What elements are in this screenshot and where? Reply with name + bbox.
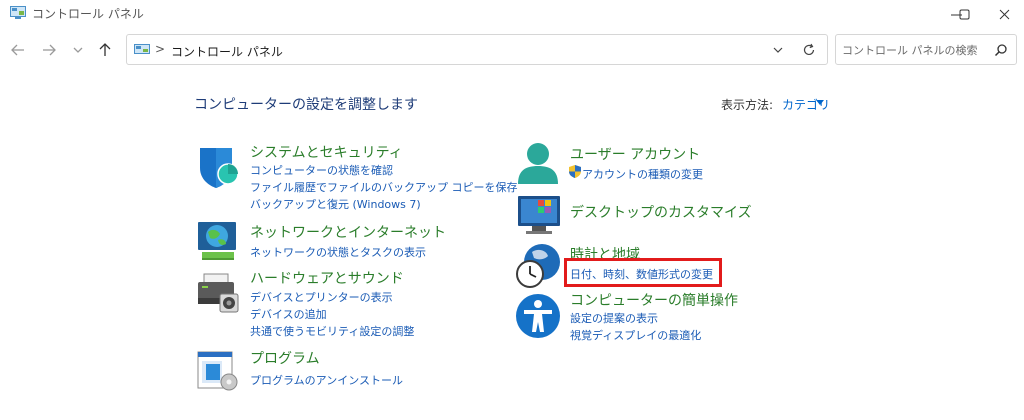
back-button[interactable] bbox=[6, 38, 30, 62]
link-mobility-settings[interactable]: 共通で使うモビリティ設定の調整 bbox=[250, 323, 414, 339]
arrow-left-icon bbox=[11, 44, 24, 56]
highlight-box bbox=[564, 258, 722, 287]
address-bar[interactable]: > コントロール パネル bbox=[126, 34, 828, 65]
breadcrumb-separator: > bbox=[155, 42, 166, 56]
category-hardware-sound[interactable]: ハードウェアとサウンド bbox=[250, 268, 404, 288]
control-panel-icon bbox=[134, 44, 150, 54]
close-button[interactable] bbox=[981, 0, 1024, 28]
up-button[interactable] bbox=[93, 38, 117, 62]
category-user-accounts[interactable]: ユーザー アカウント bbox=[570, 144, 700, 164]
link-optimize-visual-display[interactable]: 視覚ディスプレイの最適化 bbox=[570, 327, 701, 343]
recent-locations-button[interactable] bbox=[66, 38, 90, 62]
category-programs[interactable]: プログラム bbox=[250, 348, 320, 368]
arrow-up-icon bbox=[99, 43, 111, 56]
search-icon[interactable] bbox=[994, 43, 1008, 57]
link-suggested-settings[interactable]: 設定の提案の表示 bbox=[570, 310, 658, 326]
clock-globe-icon[interactable] bbox=[514, 242, 562, 290]
refresh-icon[interactable] bbox=[802, 43, 816, 57]
category-network-internet[interactable]: ネットワークとインターネット bbox=[250, 222, 446, 242]
programs-icon[interactable] bbox=[196, 350, 242, 392]
arrow-right-icon bbox=[43, 44, 56, 56]
printer-icon[interactable] bbox=[196, 272, 242, 314]
link-check-computer-status[interactable]: コンピューターの状態を確認 bbox=[250, 162, 393, 178]
title-bar: コントロール パネル bbox=[0, 0, 1024, 28]
accessibility-icon[interactable] bbox=[514, 292, 562, 340]
uac-shield-icon bbox=[569, 165, 581, 178]
forward-button[interactable] bbox=[37, 38, 61, 62]
link-change-account-type[interactable]: アカウントの種類の変更 bbox=[582, 166, 703, 182]
close-icon bbox=[999, 9, 1009, 19]
category-ease-of-access[interactable]: コンピューターの簡単操作 bbox=[570, 290, 738, 310]
chevron-down-icon bbox=[73, 47, 83, 53]
link-backup-restore[interactable]: バックアップと復元 (Windows 7) bbox=[250, 196, 421, 212]
security-shield-icon[interactable] bbox=[196, 144, 242, 190]
link-add-device[interactable]: デバイスの追加 bbox=[250, 306, 327, 322]
network-globe-icon[interactable] bbox=[196, 220, 242, 262]
category-system-security[interactable]: システムとセキュリティ bbox=[250, 142, 403, 162]
link-file-history-backup[interactable]: ファイル履歴でファイルのバックアップ コピーを保存 bbox=[250, 179, 518, 195]
chevron-down-icon[interactable] bbox=[772, 44, 784, 56]
view-by-label: 表示方法: bbox=[721, 98, 774, 112]
category-appearance-personalization[interactable]: デスクトップのカスタマイズ bbox=[570, 202, 752, 222]
search-input[interactable] bbox=[842, 41, 987, 59]
caret-down-icon[interactable] bbox=[816, 100, 824, 106]
maximize-icon bbox=[959, 9, 969, 19]
link-network-status[interactable]: ネットワークの状態とタスクの表示 bbox=[250, 244, 426, 260]
user-account-icon[interactable] bbox=[516, 140, 562, 186]
link-devices-printers[interactable]: デバイスとプリンターの表示 bbox=[250, 289, 393, 305]
search-box[interactable] bbox=[835, 34, 1017, 65]
window-title: コントロール パネル bbox=[32, 7, 144, 21]
breadcrumb-control-panel[interactable]: コントロール パネル bbox=[171, 43, 283, 60]
control-panel-icon bbox=[10, 6, 26, 19]
link-uninstall-program[interactable]: プログラムのアンインストール bbox=[250, 372, 403, 388]
desktop-monitor-icon[interactable] bbox=[516, 194, 562, 236]
page-title: コンピューターの設定を調整します bbox=[194, 97, 418, 113]
